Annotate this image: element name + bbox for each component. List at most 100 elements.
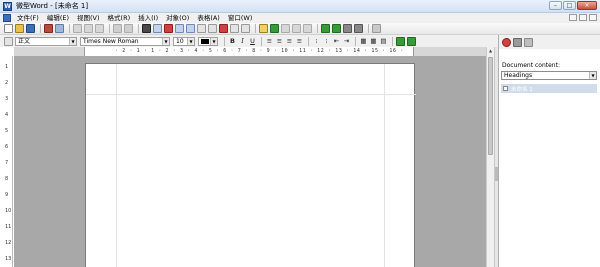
margin-guide — [86, 94, 416, 95]
ruler-number: 10 — [5, 208, 12, 214]
separator — [69, 24, 70, 33]
ruler-number: 7 — [5, 160, 9, 166]
minimize-button[interactable]: – — [549, 1, 562, 10]
document-page[interactable] — [85, 63, 416, 267]
numbered-list-icon[interactable]: ⁝ — [322, 37, 331, 46]
menu-file[interactable]: 文件(F) — [13, 13, 43, 23]
borders-icon[interactable]: ▦ — [369, 37, 378, 46]
align-center-icon[interactable]: ≡ — [275, 37, 284, 46]
insert-frame-icon[interactable] — [186, 24, 195, 33]
document-workspace — [14, 56, 486, 267]
font-select[interactable]: Times New Roman ▼ — [80, 36, 170, 46]
insert-chart-icon[interactable] — [164, 24, 173, 33]
underline-button[interactable]: U — [248, 37, 257, 46]
style-icon[interactable] — [4, 36, 13, 46]
redo-icon[interactable] — [124, 24, 133, 33]
bold-button[interactable]: B — [228, 37, 237, 46]
scroll-up-icon[interactable]: ▲ — [488, 48, 493, 54]
undo-icon[interactable] — [113, 24, 122, 33]
insert-image-icon[interactable] — [153, 24, 162, 33]
page-setup-icon[interactable] — [281, 24, 290, 33]
document-icon[interactable] — [3, 14, 11, 22]
print-preview-icon[interactable] — [55, 24, 64, 33]
chevron-down-icon: ▼ — [187, 37, 194, 45]
shape-icon[interactable] — [241, 24, 250, 33]
ruler-number: 2 — [5, 80, 9, 86]
insert-object-icon[interactable] — [208, 24, 217, 33]
app-logo-icon: W — [3, 1, 12, 11]
horizontal-ruler-area: · 2 · 1 · 1 · 2 · 3 · 4 · 5 · 6 · 7 · 8 … — [14, 47, 493, 56]
settings-icon[interactable] — [372, 24, 381, 33]
text-color-icon[interactable] — [219, 24, 228, 33]
italic-button[interactable]: I — [238, 37, 247, 46]
ruler-number: 9 — [5, 192, 9, 198]
panel-settings-icon[interactable] — [524, 37, 533, 47]
insert-table-icon[interactable] — [175, 24, 184, 33]
next-page-icon[interactable] — [407, 36, 416, 46]
doc-minimize-button[interactable] — [569, 14, 577, 21]
table-grid-icon[interactable]: ▦ — [359, 37, 368, 46]
menu-format[interactable]: 格式(R) — [104, 13, 135, 23]
highlight-icon[interactable] — [259, 24, 268, 33]
doc-close-button[interactable] — [589, 14, 597, 21]
open-folder-icon[interactable] — [15, 24, 24, 33]
maximize-button[interactable]: □ — [563, 1, 576, 10]
chevron-down-icon: ▼ — [210, 37, 217, 45]
panel-close-icon[interactable] — [502, 37, 511, 47]
document-content-label: Document content: — [502, 62, 560, 69]
shading-icon[interactable]: ▤ — [379, 37, 388, 46]
print-icon[interactable] — [44, 24, 53, 33]
save-icon[interactable] — [26, 24, 35, 33]
new-document-icon[interactable] — [4, 24, 13, 33]
panel-refresh-icon[interactable] — [513, 37, 522, 47]
spellcheck-icon[interactable] — [270, 24, 279, 33]
menu-table[interactable]: 表格(A) — [193, 13, 224, 23]
merge-cells-icon[interactable] — [343, 24, 352, 33]
headings-select[interactable]: Headings ▼ — [501, 71, 597, 80]
separator — [261, 36, 262, 46]
previous-page-icon[interactable] — [396, 36, 405, 46]
margin-guide — [384, 64, 385, 267]
align-right-icon[interactable]: ≡ — [285, 37, 294, 46]
document-node-icon — [503, 86, 508, 91]
columns-icon[interactable] — [292, 24, 301, 33]
scroll-thumb[interactable] — [488, 57, 493, 155]
justify-icon[interactable]: ≡ — [295, 37, 304, 46]
ruler-number: 11 — [5, 224, 12, 230]
menu-view[interactable]: 视图(V) — [73, 13, 104, 23]
menu-edit[interactable]: 编辑(E) — [43, 13, 73, 23]
menu-bar: 文件(F) 编辑(E) 视图(V) 格式(R) 插入(I) 对象(O) 表格(A… — [0, 13, 600, 23]
font-size-select[interactable]: 10 ▼ — [173, 36, 195, 46]
decrease-indent-icon[interactable]: ⇤ — [332, 37, 341, 46]
align-left-icon[interactable]: ≡ — [265, 37, 274, 46]
zoom-icon[interactable] — [197, 24, 206, 33]
doc-restore-button[interactable] — [579, 14, 587, 21]
copy-icon[interactable] — [84, 24, 93, 33]
menu-object[interactable]: 对象(O) — [162, 13, 193, 23]
vertical-scrollbar[interactable]: ▲ — [486, 47, 494, 267]
window-controls: – □ × — [549, 1, 597, 10]
split-cells-icon[interactable] — [354, 24, 363, 33]
paste-icon[interactable] — [95, 24, 104, 33]
horizontal-ruler[interactable]: · 2 · 1 · 1 · 2 · 3 · 4 · 5 · 6 · 7 · 8 … — [84, 47, 414, 56]
binoculars-icon[interactable] — [142, 24, 151, 33]
margin-guide — [116, 64, 117, 267]
insert-column-icon[interactable] — [332, 24, 341, 33]
insert-row-icon[interactable] — [321, 24, 330, 33]
increase-indent-icon[interactable]: ⇥ — [342, 37, 351, 46]
header-footer-icon[interactable] — [303, 24, 312, 33]
headings-value: Headings — [504, 72, 533, 79]
menu-window[interactable]: 窗口(W) — [224, 13, 257, 23]
tree-item-document[interactable]: 未命名 1 — [501, 84, 597, 93]
separator — [368, 24, 369, 33]
style-select[interactable]: 正文 ▼ — [15, 36, 77, 46]
vertical-ruler[interactable]: 1 2 3 4 5 6 7 8 9 10 11 12 13 — [3, 56, 13, 267]
symbol-icon[interactable] — [230, 24, 239, 33]
ruler-number: 4 — [5, 112, 9, 118]
close-button[interactable]: × — [577, 1, 597, 10]
text-color-select[interactable]: ▼ — [198, 36, 218, 46]
ruler-number: 3 — [5, 96, 9, 102]
menu-insert[interactable]: 插入(I) — [134, 13, 162, 23]
cut-icon[interactable] — [73, 24, 82, 33]
bullet-list-icon[interactable]: ⁝ — [312, 37, 321, 46]
